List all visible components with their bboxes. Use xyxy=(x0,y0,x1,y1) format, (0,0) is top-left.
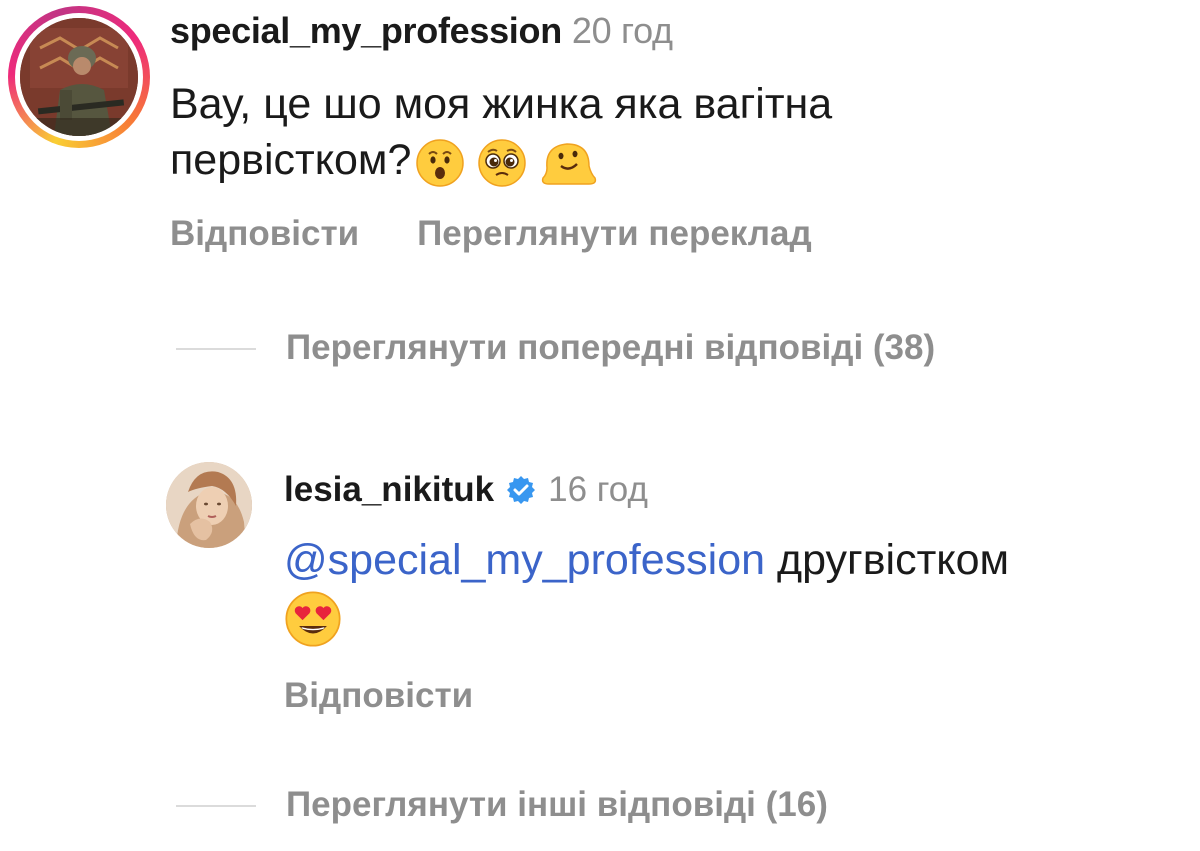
comment-text: Вау, це шо моя жинка яка вагітна первіст… xyxy=(170,76,1070,188)
reply-header: lesia_nikituk 16 год xyxy=(284,470,648,510)
comment-header: special_my_profession 20 год xyxy=(170,10,673,52)
view-more-replies-button[interactable]: Переглянути інші відповіді (16) xyxy=(286,785,828,825)
pleading-face-emoji xyxy=(478,138,527,187)
reply-body: другвістком xyxy=(765,536,1010,584)
avatar-photo-icon xyxy=(166,462,252,548)
melting-face-emoji xyxy=(542,142,597,185)
reply-button[interactable]: Відповісти xyxy=(284,676,473,715)
view-previous-replies-button[interactable]: Переглянути попередні відповіді (38) xyxy=(286,328,935,368)
reply-button[interactable]: Відповісти xyxy=(170,214,359,253)
avatar-photo-icon xyxy=(20,18,138,136)
reply-avatar[interactable] xyxy=(166,462,252,548)
timestamp: 20 год xyxy=(571,10,673,51)
thread-divider xyxy=(176,805,256,807)
story-ring[interactable] xyxy=(8,6,150,148)
reply-actions: Відповісти xyxy=(284,676,473,716)
username[interactable]: special_my_profession xyxy=(170,10,562,51)
thread-divider xyxy=(176,348,256,350)
avatar[interactable] xyxy=(20,18,138,136)
heart-eyes-emoji xyxy=(285,591,341,647)
verified-badge-icon xyxy=(507,476,536,504)
see-translation-button[interactable]: Переглянути переклад xyxy=(417,214,812,253)
comment-actions: Відповісти Переглянути переклад xyxy=(170,214,812,254)
hushed-face-emoji xyxy=(416,138,465,187)
timestamp: 16 год xyxy=(548,470,648,509)
reply-text: @special_my_profession другвістком xyxy=(284,532,1164,648)
username[interactable]: lesia_nikituk xyxy=(284,470,494,510)
mention-link[interactable]: @special_my_profession xyxy=(284,536,765,584)
